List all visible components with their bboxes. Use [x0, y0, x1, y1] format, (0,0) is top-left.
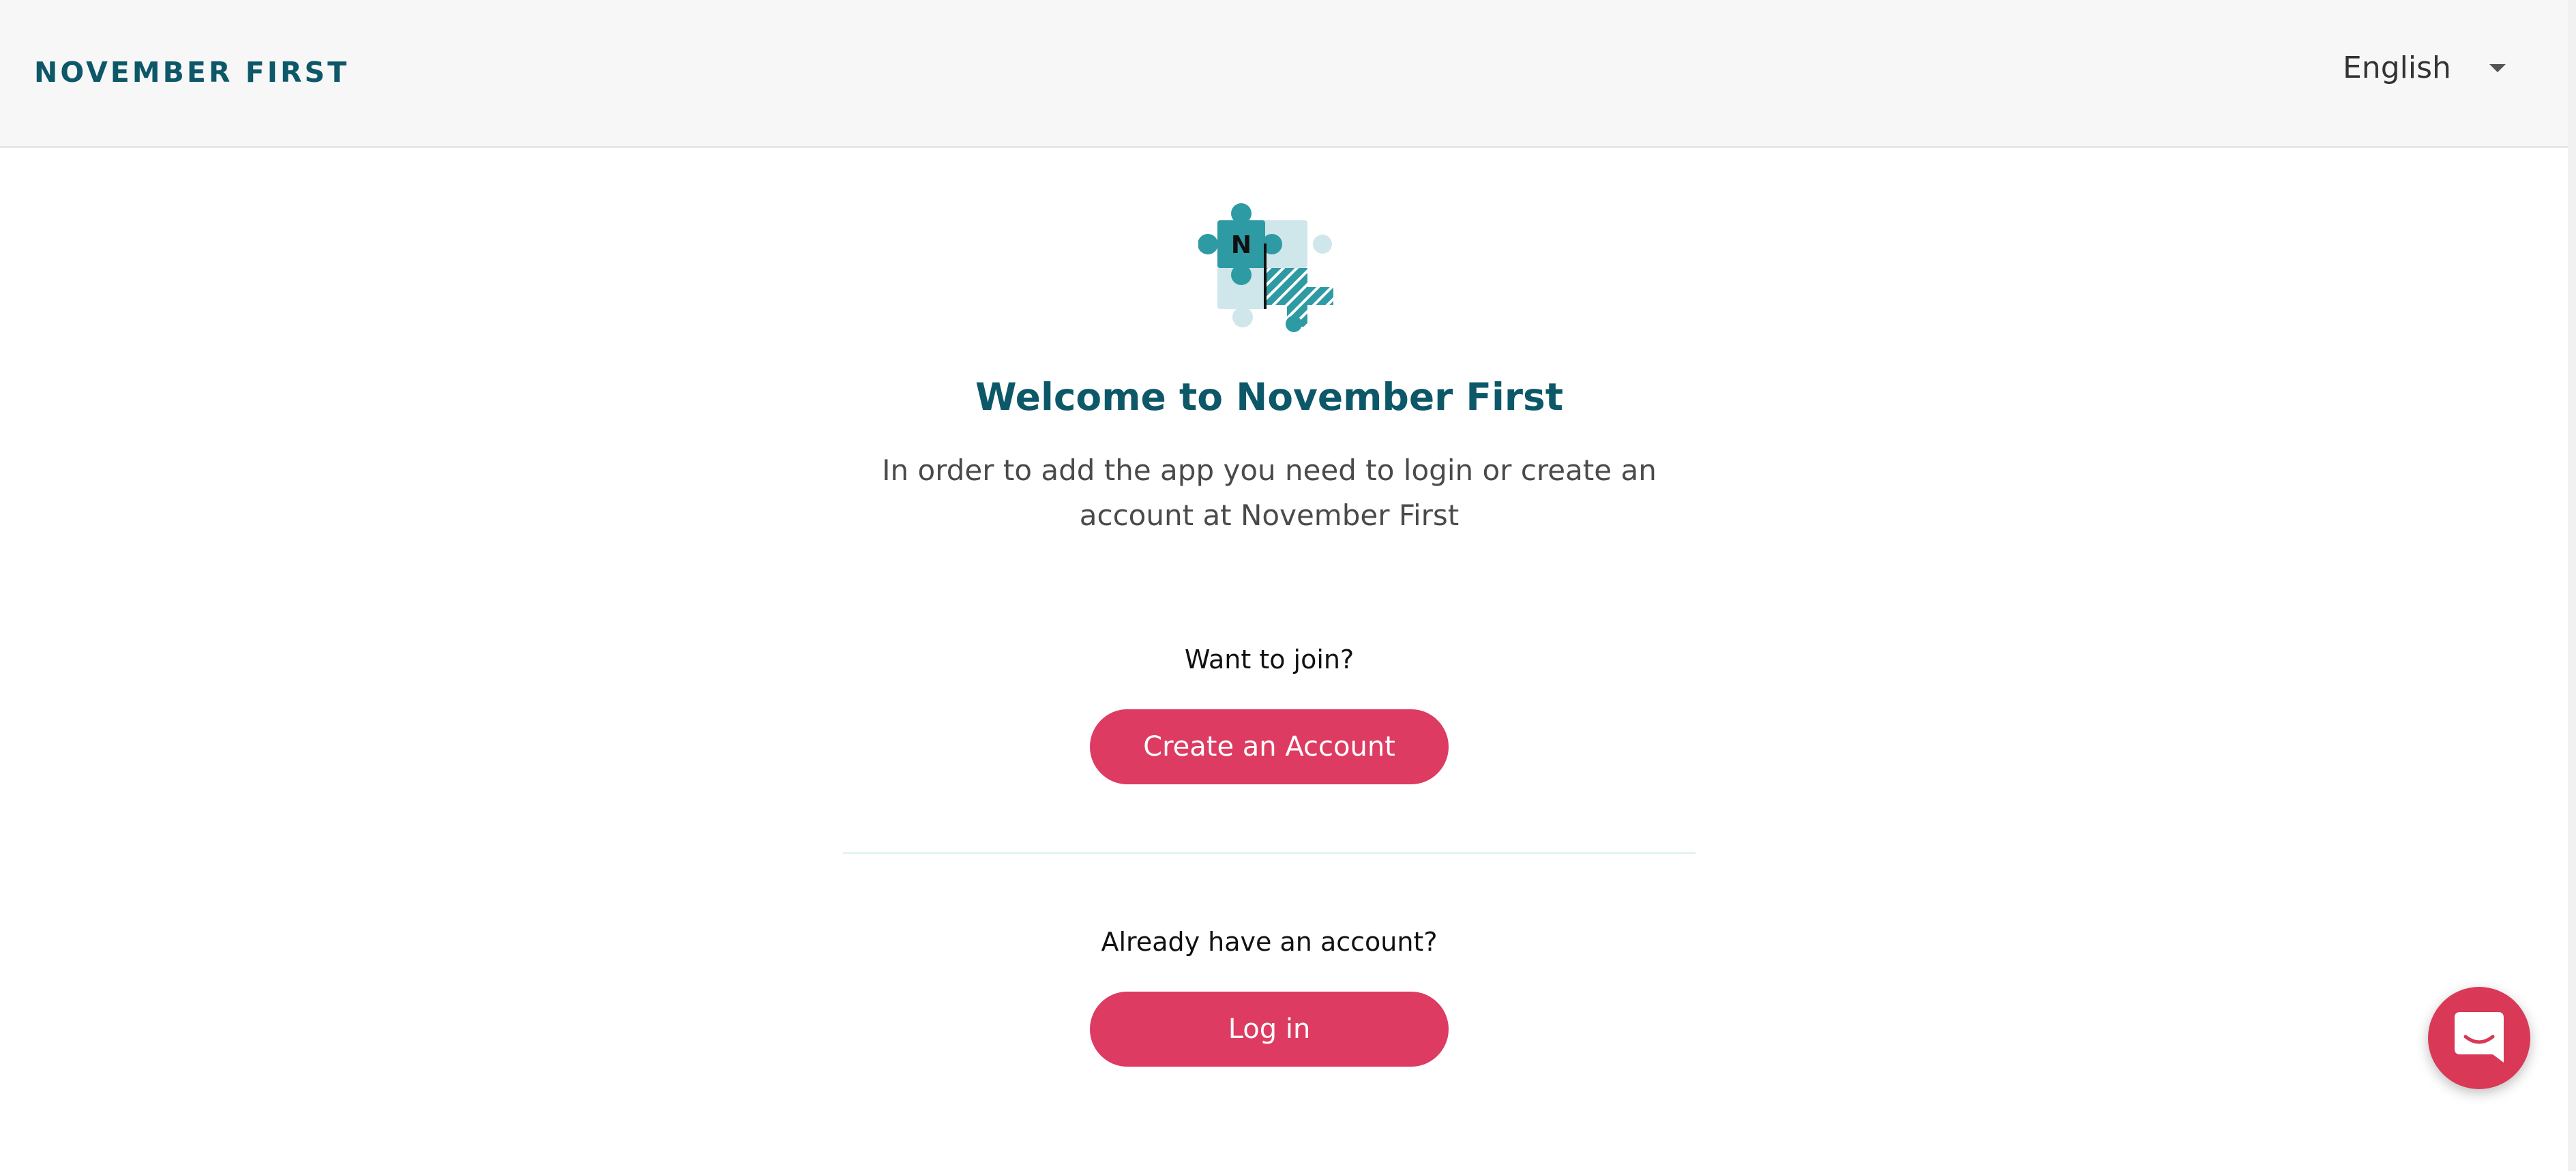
section-divider [843, 852, 1696, 854]
scrollbar-track [2568, 0, 2576, 1171]
page-subtitle: In order to add the app you need to logi… [882, 454, 1657, 532]
puzzle-logo-icon: N [1198, 203, 1333, 332]
login-button[interactable]: Log in [1090, 992, 1449, 1067]
puzzle-knob-teal [1231, 265, 1252, 285]
welcome-panel: N Welcome to November First In order to … [0, 148, 2568, 1171]
create-account-button[interactable]: Create an Account [1090, 709, 1449, 784]
chat-bubble-icon [2455, 1012, 2504, 1063]
page-title: Welcome to November First [975, 375, 1564, 419]
join-question: Want to join? [1184, 644, 1354, 675]
puzzle-knob-teal [1231, 203, 1252, 224]
language-selector-label: English [2343, 50, 2451, 85]
puzzle-knob-light [1232, 307, 1253, 327]
logo-letter: N [1231, 231, 1252, 259]
chevron-down-icon [2489, 64, 2506, 72]
puzzle-knob-teal [1286, 316, 1302, 332]
language-selector[interactable]: English [2343, 48, 2506, 89]
puzzle-knob-teal [1198, 234, 1218, 254]
top-bar: NOVEMBER FIRST English [0, 0, 2568, 148]
brand-logo-text[interactable]: NOVEMBER FIRST [34, 56, 349, 89]
puzzle-knob-light [1313, 235, 1332, 254]
login-question: Already have an account? [1101, 927, 1438, 957]
chat-launcher-button[interactable] [2428, 987, 2530, 1089]
